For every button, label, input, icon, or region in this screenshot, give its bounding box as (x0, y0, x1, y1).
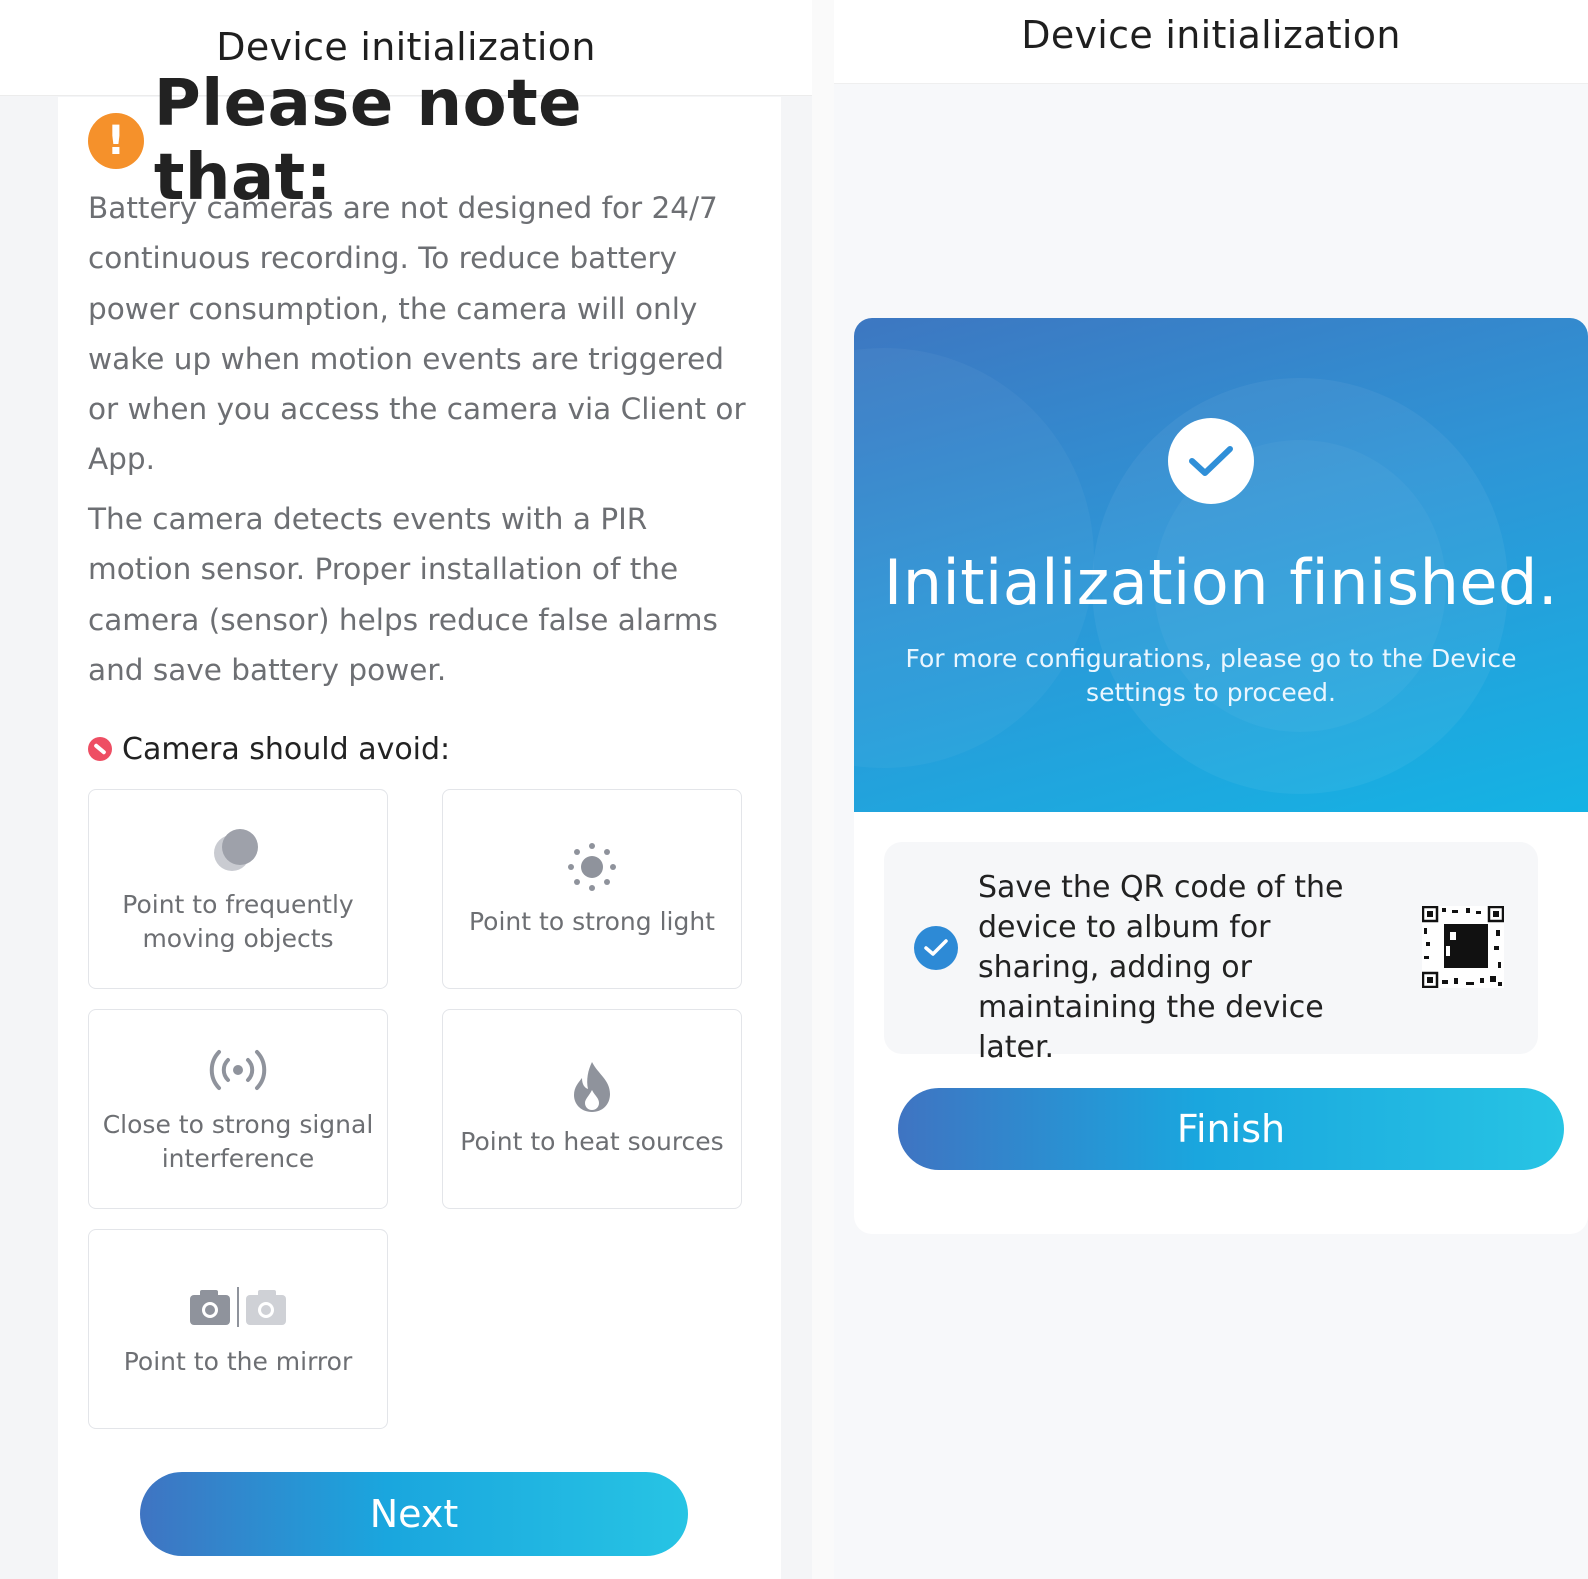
avoid-tile-heat-sources: Point to heat sources (442, 1009, 742, 1209)
tile-label: Point to heat sources (460, 1127, 724, 1156)
avoid-tile-mirror: Point to the mirror (88, 1229, 388, 1429)
avoid-tile-signal-interference: Close to strong signal interference (88, 1009, 388, 1209)
avoid-tile-moving-objects: Point to frequently moving objects (88, 789, 388, 989)
left-screen: Device initialization ! Please note that… (0, 0, 812, 1579)
ban-icon (88, 737, 112, 761)
battery-notice-paragraph: Battery cameras are not designed for 24/… (88, 191, 746, 477)
qr-code-icon (1421, 905, 1505, 989)
sun-icon (566, 839, 618, 895)
notice-card: ! Please note that: Battery cameras are … (58, 67, 781, 1579)
success-subtitle: For more configurations, please go to th… (905, 644, 1517, 707)
warning-icon: ! (88, 113, 144, 169)
avoid-label: Camera should avoid: (122, 731, 451, 767)
success-hero: Initialization finished. For more config… (854, 318, 1588, 812)
avoid-heading-row: Camera should avoid: (88, 731, 450, 767)
tile-label: Point to the mirror (123, 1347, 353, 1376)
save-qr-text: Save the QR code of the device to album … (978, 870, 1344, 1065)
pir-notice-paragraph: The camera detects events with a PIR mot… (88, 502, 718, 687)
tile-label: Close to strong signal interference (102, 1110, 374, 1173)
page-title: Device initialization (834, 0, 1588, 84)
finish-card: Save the QR code of the device to album … (854, 812, 1588, 1234)
flame-icon (570, 1059, 614, 1115)
right-screen: Device initialization Initialization fin… (834, 0, 1588, 1579)
screen-divider (812, 0, 834, 1579)
tile-label: Point to strong light (469, 907, 715, 936)
checkbox-checked-icon[interactable] (914, 926, 958, 970)
tile-label: Point to frequently moving objects (122, 890, 354, 953)
signal-icon (206, 1042, 270, 1098)
success-check-icon (1168, 418, 1254, 504)
note-title-row: ! Please note that: (88, 67, 781, 215)
save-qr-option[interactable]: Save the QR code of the device to album … (884, 842, 1538, 1065)
next-button[interactable]: Next (140, 1472, 688, 1556)
finish-button[interactable]: Finish (898, 1088, 1564, 1170)
mirror-camera-icon (188, 1279, 288, 1335)
avoid-tile-strong-light: Point to strong light (442, 789, 742, 989)
moving-objects-icon (210, 822, 266, 878)
success-title: Initialization finished. (883, 546, 1559, 619)
